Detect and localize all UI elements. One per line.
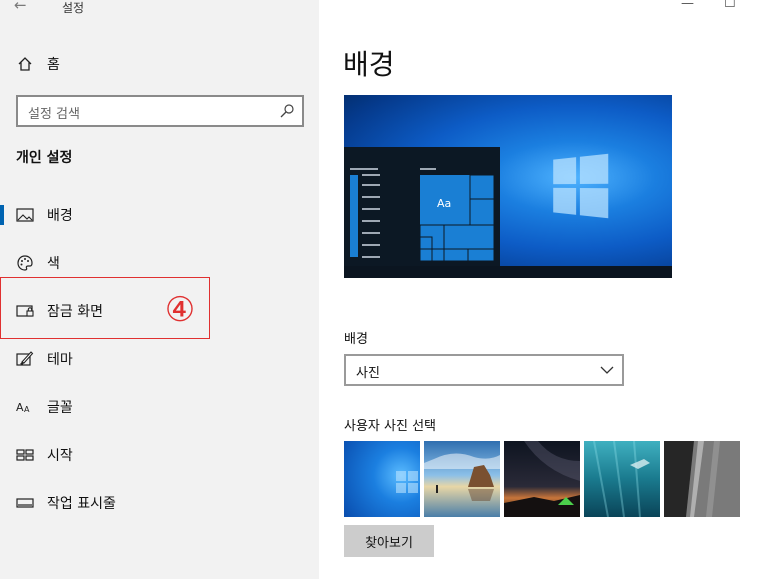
home-link[interactable]: 홈 [16, 52, 60, 76]
home-icon [16, 55, 34, 73]
main-panel: — ☐ 배경 Aa 배경 사진 사용자 사진 선택 찾아보기 [319, 0, 758, 579]
windows-logo-graphic [553, 153, 609, 219]
maximize-button[interactable]: ☐ [724, 0, 736, 11]
desktop-preview: Aa [344, 95, 672, 278]
dropdown-value: 사진 [356, 366, 380, 381]
chevron-down-icon [600, 366, 614, 374]
thumbnail-underwater[interactable] [584, 441, 660, 517]
choose-picture-label: 사용자 사진 선택 [344, 419, 436, 434]
sidebar-item-label: 색 [47, 256, 60, 272]
sidebar-item-taskbar[interactable]: 작업 표시줄 [0, 481, 319, 525]
sidebar-item-label: 테마 [47, 352, 73, 368]
background-type-label: 배경 [344, 332, 368, 347]
app-title: 설정 [62, 1, 85, 15]
preview-tile-text: Aa [437, 197, 451, 210]
start-menu-preview: Aa [344, 147, 500, 266]
picture-thumbnails [344, 441, 758, 517]
sidebar: ← 설정 홈 설정 검색 개인 설정 배경 색 잠금 화면 테마 A A 글꼴 … [0, 0, 319, 579]
svg-text:A: A [16, 401, 24, 414]
start-menu-tiles: Aa [350, 168, 495, 262]
step-number-annotation: ④ [164, 290, 196, 330]
sidebar-item-themes[interactable]: 테마 [0, 337, 319, 381]
sidebar-item-start[interactable]: 시작 [0, 433, 319, 477]
sidebar-item-background[interactable]: 배경 [0, 193, 319, 237]
page-title: 배경 [343, 48, 395, 81]
back-arrow-icon[interactable]: ← [14, 0, 27, 14]
thumbnail-night-sky[interactable] [504, 441, 580, 517]
theme-brush-icon [16, 350, 34, 368]
background-type-dropdown[interactable]: 사진 [344, 354, 624, 386]
picture-icon [16, 206, 34, 224]
search-icon [280, 104, 294, 118]
palette-icon [16, 254, 34, 272]
sidebar-item-label: 시작 [47, 448, 73, 464]
browse-button[interactable]: 찾아보기 [344, 525, 434, 557]
sidebar-item-label: 배경 [47, 208, 73, 224]
thumbnail-windows-blue[interactable] [344, 441, 420, 517]
sidebar-item-label: 글꼴 [47, 400, 73, 416]
thumbnail-beach-rock[interactable] [424, 441, 500, 517]
search-input[interactable]: 설정 검색 [16, 95, 304, 127]
sidebar-item-label: 작업 표시줄 [47, 496, 116, 512]
svg-text:A: A [24, 405, 30, 414]
home-label: 홈 [47, 57, 60, 73]
font-icon: AA [16, 398, 34, 416]
selection-indicator [0, 205, 4, 225]
section-title: 개인 설정 [16, 150, 73, 166]
taskbar-preview [344, 266, 672, 278]
taskbar-icon [16, 494, 34, 512]
search-placeholder: 설정 검색 [28, 107, 80, 122]
minimize-button[interactable]: — [681, 0, 694, 11]
start-grid-icon [16, 446, 34, 464]
sidebar-item-fonts[interactable]: AA 글꼴 [0, 385, 319, 429]
title-bar: ← 설정 [0, 0, 319, 22]
thumbnail-rock-cliff[interactable] [664, 441, 740, 517]
